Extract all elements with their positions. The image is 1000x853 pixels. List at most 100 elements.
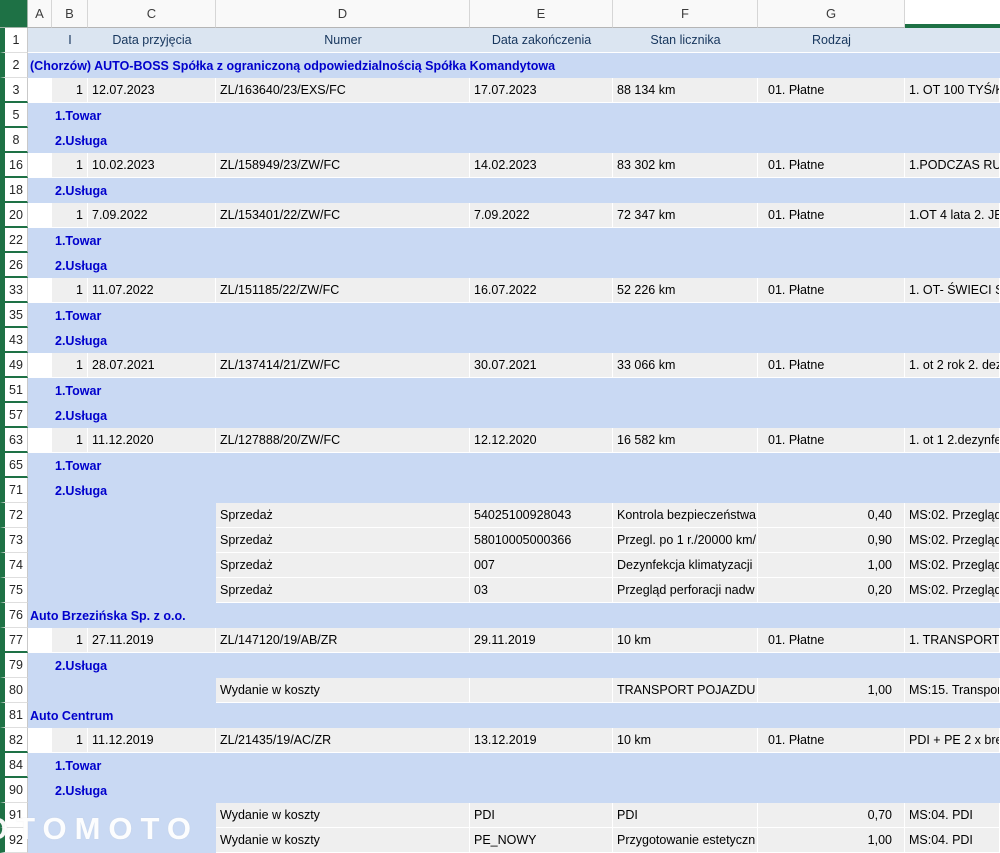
row-header-90[interactable]: 90 bbox=[0, 778, 28, 803]
cell-kod[interactable] bbox=[470, 678, 613, 703]
column-header-f[interactable]: F bbox=[613, 0, 758, 28]
cell-data-zakonczenia[interactable]: 30.07.2021 bbox=[470, 353, 613, 378]
row-header-65[interactable]: 65 bbox=[0, 453, 28, 478]
cell-ms[interactable]: MS:15. Transport bbox=[905, 678, 1000, 703]
cell-data-przyjecia[interactable]: 11.12.2019 bbox=[88, 728, 216, 753]
row-header-63[interactable]: 63 bbox=[0, 428, 28, 453]
cell-ms[interactable]: MS:04. PDI bbox=[905, 803, 1000, 828]
header-cell-i[interactable]: I bbox=[52, 28, 88, 53]
cell-opis-uslugi[interactable]: TRANSPORT POJAZDU bbox=[613, 678, 758, 703]
header-cell-stan-licznika[interactable]: Stan licznika bbox=[613, 28, 758, 53]
header-cell-a[interactable] bbox=[28, 28, 52, 53]
cell-typ-dokumentu[interactable]: Wydanie w koszty bbox=[216, 678, 470, 703]
cell-stan-licznika[interactable]: 33 066 km bbox=[613, 353, 758, 378]
cell-typ-dokumentu[interactable]: Wydanie w koszty bbox=[216, 803, 470, 828]
cell-a[interactable] bbox=[28, 78, 52, 103]
cell-index[interactable]: 1 bbox=[52, 78, 88, 103]
cell-numer[interactable]: ZL/147120/19/AB/ZR bbox=[216, 628, 470, 653]
group-row-cell[interactable]: 2.Usługa bbox=[28, 253, 1000, 278]
cell-kod[interactable]: 58010005000366 bbox=[470, 528, 613, 553]
cell-data-przyjecia[interactable]: 28.07.2021 bbox=[88, 353, 216, 378]
header-cell-data-przyjecia[interactable]: Data przyjęcia bbox=[88, 28, 216, 53]
cell-opis-uslugi[interactable]: Przygotowanie estetyczn bbox=[613, 828, 758, 853]
cell-ilosc[interactable]: 1,00 bbox=[758, 553, 905, 578]
row-header-77[interactable]: 77 bbox=[0, 628, 28, 653]
cell-index[interactable]: 1 bbox=[52, 278, 88, 303]
cell-opis[interactable]: 1. ot 1 2.dezynfek bbox=[905, 428, 1000, 453]
cell-ms[interactable]: MS:02. Przegląd bbox=[905, 553, 1000, 578]
column-header-partial[interactable] bbox=[905, 0, 1000, 28]
cell-numer[interactable]: ZL/153401/22/ZW/FC bbox=[216, 203, 470, 228]
row-header-43[interactable]: 43 bbox=[0, 328, 28, 353]
row-header-35[interactable]: 35 bbox=[0, 303, 28, 328]
row-header-26[interactable]: 26 bbox=[0, 253, 28, 278]
cell-opis[interactable]: 1.OT 4 lata 2. JE bbox=[905, 203, 1000, 228]
cell-ilosc[interactable]: 1,00 bbox=[758, 828, 905, 853]
cell-opis[interactable]: 1. TRANSPORT bbox=[905, 628, 1000, 653]
cell-stan-licznika[interactable]: 72 347 km bbox=[613, 203, 758, 228]
cell-stan-licznika[interactable]: 52 226 km bbox=[613, 278, 758, 303]
cell-ilosc[interactable]: 0,40 bbox=[758, 503, 905, 528]
cell-a[interactable] bbox=[28, 203, 52, 228]
cell-rodzaj[interactable]: 01. Płatne bbox=[758, 278, 905, 303]
group-row-cell[interactable]: 1.Towar bbox=[28, 228, 1000, 253]
cell-data-zakonczenia[interactable]: 17.07.2023 bbox=[470, 78, 613, 103]
cell-index[interactable]: 1 bbox=[52, 353, 88, 378]
cell-index[interactable]: 1 bbox=[52, 428, 88, 453]
cell-data-zakonczenia[interactable]: 29.11.2019 bbox=[470, 628, 613, 653]
cell-group-span[interactable] bbox=[28, 503, 216, 528]
column-header-d[interactable]: D bbox=[216, 0, 470, 28]
row-header-18[interactable]: 18 bbox=[0, 178, 28, 203]
cell-typ-dokumentu[interactable]: Sprzedaż bbox=[216, 578, 470, 603]
cell-a[interactable] bbox=[28, 728, 52, 753]
row-header-3[interactable]: 3 bbox=[0, 78, 28, 103]
row-header-22[interactable]: 22 bbox=[0, 228, 28, 253]
cell-ilosc[interactable]: 1,00 bbox=[758, 678, 905, 703]
cell-data-zakonczenia[interactable]: 13.12.2019 bbox=[470, 728, 613, 753]
cell-a[interactable] bbox=[28, 628, 52, 653]
cell-rodzaj[interactable]: 01. Płatne bbox=[758, 628, 905, 653]
cell-index[interactable]: 1 bbox=[52, 628, 88, 653]
column-header-g[interactable]: G bbox=[758, 0, 905, 28]
cell-rodzaj[interactable]: 01. Płatne bbox=[758, 353, 905, 378]
row-header-51[interactable]: 51 bbox=[0, 378, 28, 403]
cell-group-span[interactable] bbox=[28, 553, 216, 578]
cell-opis[interactable]: 1. ot 2 rok 2. dezy bbox=[905, 353, 1000, 378]
cell-data-przyjecia[interactable]: 12.07.2023 bbox=[88, 78, 216, 103]
cell-a[interactable] bbox=[28, 353, 52, 378]
row-header-81[interactable]: 81 bbox=[0, 703, 28, 728]
cell-rodzaj[interactable]: 01. Płatne bbox=[758, 203, 905, 228]
column-header-c[interactable]: C bbox=[88, 0, 216, 28]
cell-ms[interactable]: MS:02. Przegląd bbox=[905, 528, 1000, 553]
header-cell-extra[interactable] bbox=[905, 28, 1000, 53]
row-header-8[interactable]: 8 bbox=[0, 128, 28, 153]
cell-data-zakonczenia[interactable]: 12.12.2020 bbox=[470, 428, 613, 453]
cell-kod[interactable]: 54025100928043 bbox=[470, 503, 613, 528]
group-row-cell[interactable]: 1.Towar bbox=[28, 103, 1000, 128]
cell-a[interactable] bbox=[28, 153, 52, 178]
row-header-20[interactable]: 20 bbox=[0, 203, 28, 228]
cell-stan-licznika[interactable]: 10 km bbox=[613, 628, 758, 653]
header-cell-numer[interactable]: Numer bbox=[216, 28, 470, 53]
cell-index[interactable]: 1 bbox=[52, 203, 88, 228]
row-header-91[interactable]: 91 bbox=[0, 803, 28, 828]
cell-opis[interactable]: 1.PODCZAS RU bbox=[905, 153, 1000, 178]
cell-data-przyjecia[interactable]: 7.09.2022 bbox=[88, 203, 216, 228]
cell-data-przyjecia[interactable]: 11.07.2022 bbox=[88, 278, 216, 303]
cell-kod[interactable]: PDI bbox=[470, 803, 613, 828]
cell-ilosc[interactable]: 0,20 bbox=[758, 578, 905, 603]
group-row-cell[interactable]: 2.Usługa bbox=[28, 653, 1000, 678]
cell-ilosc[interactable]: 0,70 bbox=[758, 803, 905, 828]
cell-data-zakonczenia[interactable]: 14.02.2023 bbox=[470, 153, 613, 178]
cell-stan-licznika[interactable]: 10 km bbox=[613, 728, 758, 753]
cell-rodzaj[interactable]: 01. Płatne bbox=[758, 728, 905, 753]
cell-opis-uslugi[interactable]: Przegląd perforacji nadw bbox=[613, 578, 758, 603]
row-header-71[interactable]: 71 bbox=[0, 478, 28, 503]
company-row-cell[interactable]: Auto Brzezińska Sp. z o.o. bbox=[28, 603, 1000, 628]
cell-typ-dokumentu[interactable]: Sprzedaż bbox=[216, 553, 470, 578]
cell-opis-uslugi[interactable]: Dezynfekcja klimatyzacji bbox=[613, 553, 758, 578]
cell-ms[interactable]: MS:04. PDI bbox=[905, 828, 1000, 853]
cell-group-span[interactable] bbox=[28, 803, 216, 828]
cell-typ-dokumentu[interactable]: Sprzedaż bbox=[216, 528, 470, 553]
cell-index[interactable]: 1 bbox=[52, 728, 88, 753]
